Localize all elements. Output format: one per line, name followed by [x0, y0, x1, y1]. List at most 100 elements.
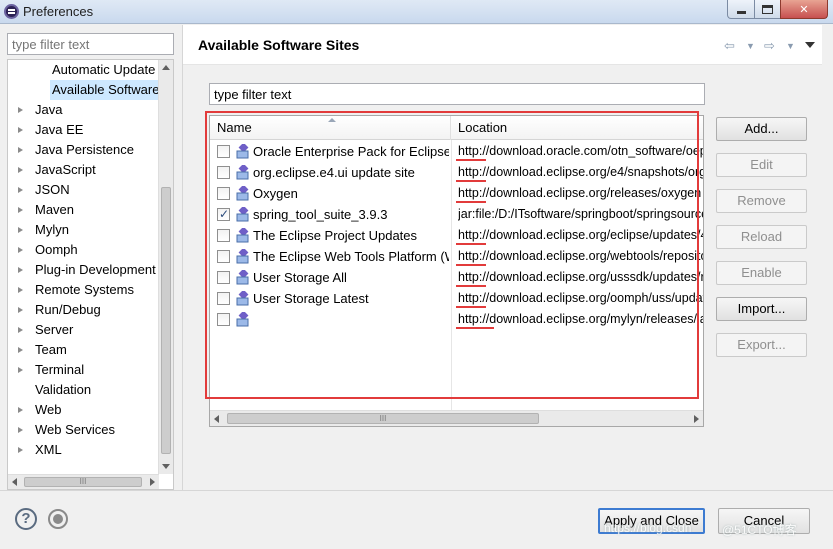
scroll-thumb[interactable]: [161, 187, 171, 454]
site-location: jar:file:/D:/ITsoftware/springboot/sprin…: [458, 207, 704, 221]
enable-site-button[interactable]: Enable: [716, 261, 807, 285]
annotation-underline: [456, 285, 486, 287]
annotation-underline: [456, 327, 494, 329]
expand-arrow-icon[interactable]: [18, 147, 23, 153]
site-name: The Eclipse Web Tools Platform (WTP): [253, 249, 449, 264]
enabled-checkbox[interactable]: [217, 166, 230, 179]
site-location: http://download.oracle.com/otn_software/…: [458, 144, 704, 158]
site-name: User Storage Latest: [253, 291, 369, 306]
expand-arrow-icon[interactable]: [18, 227, 23, 233]
tree-item-label: Team: [35, 342, 67, 357]
tree-item-label: Maven: [35, 202, 75, 217]
window-title: Preferences: [23, 4, 94, 19]
help-icon[interactable]: ?: [15, 508, 37, 530]
tree-item-label: Web Services: [35, 422, 115, 437]
scroll-right-icon[interactable]: [150, 478, 155, 486]
site-location: http://download.eclipse.org/mylyn/releas…: [458, 312, 704, 326]
record-macro-icon[interactable]: [48, 509, 68, 529]
tree-item-label: Terminal: [35, 362, 85, 377]
scroll-left-icon[interactable]: [214, 415, 219, 423]
eclipse-app-icon: [4, 4, 19, 19]
panel-splitter[interactable]: [182, 25, 183, 490]
column-header-name[interactable]: Name: [210, 116, 451, 140]
site-name: User Storage All: [253, 270, 347, 285]
expand-arrow-icon[interactable]: [18, 307, 23, 313]
enabled-checkbox[interactable]: [217, 229, 230, 242]
annotation-underline: [456, 201, 486, 203]
forward-arrow-icon[interactable]: ⇨: [764, 38, 775, 54]
enabled-checkbox[interactable]: [217, 204, 230, 225]
sites-filter-input[interactable]: [209, 83, 705, 105]
scroll-down-icon[interactable]: [162, 464, 170, 469]
scroll-left-icon[interactable]: [12, 478, 17, 486]
edit-site-button[interactable]: Edit: [716, 153, 807, 177]
scroll-up-icon[interactable]: [162, 65, 170, 70]
view-menu-icon[interactable]: [805, 42, 815, 48]
expand-arrow-icon[interactable]: [18, 167, 23, 173]
expand-arrow-icon[interactable]: [18, 267, 23, 273]
update-site-icon: [236, 165, 249, 180]
expand-arrow-icon[interactable]: [18, 127, 23, 133]
maximize-button[interactable]: [754, 0, 781, 19]
annotation-underline: [456, 264, 486, 266]
add-site-button[interactable]: Add...: [716, 117, 807, 141]
site-location: http://download.eclipse.org/eclipse/upda…: [458, 228, 704, 242]
site-location: http://download.eclipse.org/releases/oxy…: [458, 186, 702, 200]
close-button[interactable]: ✕: [780, 0, 828, 19]
tree-item-label: Web: [35, 402, 62, 417]
expand-arrow-icon[interactable]: [18, 187, 23, 193]
tree-horizontal-scrollbar[interactable]: III: [8, 474, 159, 489]
enabled-checkbox[interactable]: [217, 145, 230, 158]
table-horizontal-scrollbar[interactable]: III: [210, 410, 703, 426]
tree-item-label: Run/Debug: [35, 302, 101, 317]
back-history-dropdown-icon[interactable]: ▼: [746, 41, 755, 51]
maximize-icon: [762, 4, 773, 14]
page-scrollbar-track: [822, 25, 833, 490]
expand-arrow-icon[interactable]: [18, 447, 23, 453]
sort-ascending-icon: [328, 118, 336, 122]
update-site-icon: [236, 207, 249, 222]
forward-history-dropdown-icon[interactable]: ▼: [786, 41, 795, 51]
expand-arrow-icon[interactable]: [18, 107, 23, 113]
site-name: The Eclipse Project Updates: [253, 228, 418, 243]
update-site-icon: [236, 291, 249, 306]
export-sites-button[interactable]: Export...: [716, 333, 807, 357]
scroll-thumb[interactable]: III: [227, 413, 539, 424]
tree-vertical-scrollbar[interactable]: [158, 60, 173, 474]
title-bar: Preferences ✕: [0, 0, 833, 24]
update-site-icon: [236, 228, 249, 243]
table-row[interactable]: spring_tool_suite_3.9.3 jar:file:/D:/ITso…: [210, 204, 704, 225]
column-header-location[interactable]: Location: [451, 116, 703, 140]
expand-arrow-icon[interactable]: [18, 207, 23, 213]
preferences-filter-input[interactable]: [7, 33, 174, 55]
site-location: http://download.eclipse.org/e4/snapshots…: [458, 165, 703, 179]
annotation-underline: [456, 306, 486, 308]
update-site-icon: [236, 144, 249, 159]
remove-site-button[interactable]: Remove: [716, 189, 807, 213]
scroll-thumb[interactable]: III: [24, 477, 142, 487]
expand-arrow-icon[interactable]: [18, 407, 23, 413]
scroll-right-icon[interactable]: [694, 415, 699, 423]
import-sites-button[interactable]: Import...: [716, 297, 807, 321]
expand-arrow-icon[interactable]: [18, 327, 23, 333]
footer-separator: [0, 490, 833, 491]
expand-arrow-icon[interactable]: [18, 287, 23, 293]
back-arrow-icon[interactable]: ⇦: [724, 38, 735, 54]
sites-table: Name Location Oracle Enterprise Pack for…: [209, 115, 704, 427]
enabled-checkbox[interactable]: [217, 313, 230, 326]
close-icon: ✕: [799, 3, 809, 16]
enabled-checkbox[interactable]: [217, 271, 230, 284]
enabled-checkbox[interactable]: [217, 187, 230, 200]
expand-arrow-icon[interactable]: [18, 367, 23, 373]
minimize-button[interactable]: [727, 0, 755, 19]
expand-arrow-icon[interactable]: [18, 347, 23, 353]
enabled-checkbox[interactable]: [217, 250, 230, 263]
enabled-checkbox[interactable]: [217, 292, 230, 305]
site-name: Oracle Enterprise Pack for Eclipse: [253, 144, 449, 159]
reload-site-button[interactable]: Reload: [716, 225, 807, 249]
preferences-tree[interactable]: Automatic Update Available Software Java Ja…: [7, 59, 174, 490]
watermark-left: https://blog.csdn: [604, 521, 692, 535]
expand-arrow-icon[interactable]: [18, 427, 23, 433]
site-name: Oxygen: [253, 186, 298, 201]
expand-arrow-icon[interactable]: [18, 247, 23, 253]
